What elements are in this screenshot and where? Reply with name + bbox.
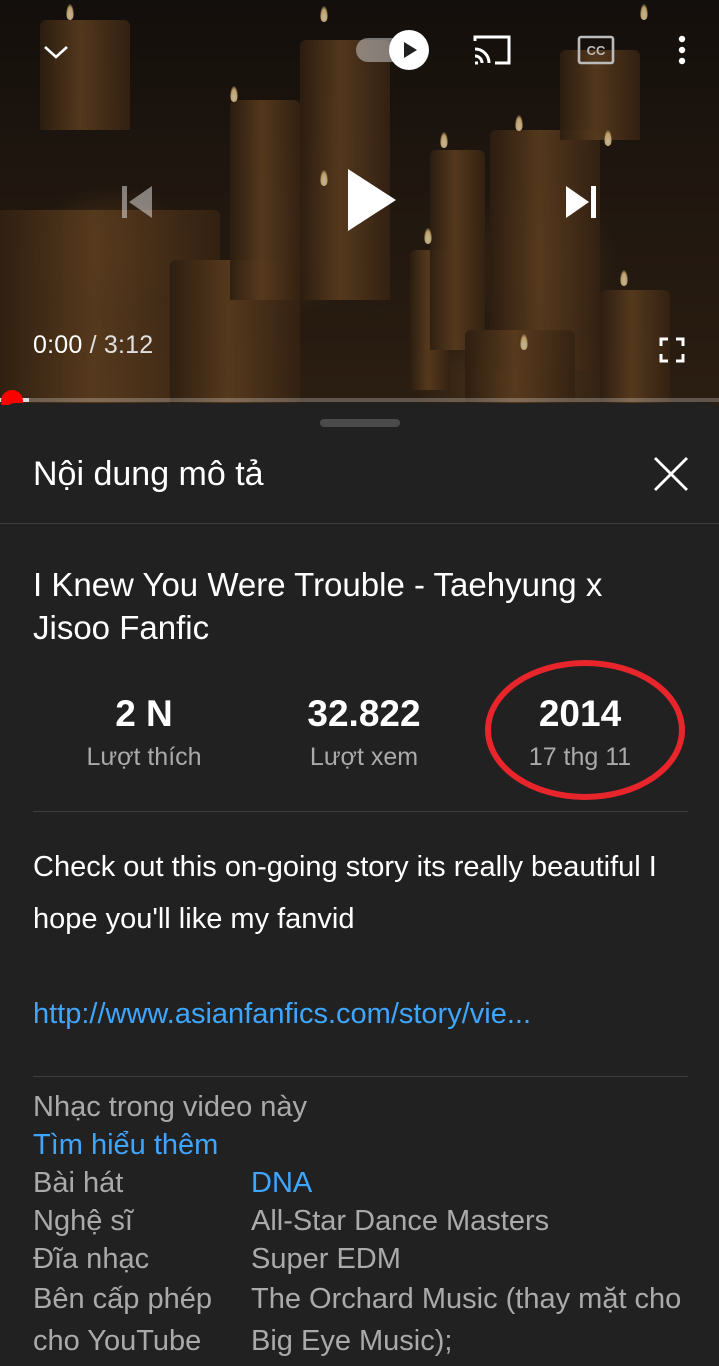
closed-captions-icon[interactable]: CC — [574, 30, 618, 70]
description-link[interactable]: http://www.asianfanfics.com/story/vie... — [33, 998, 531, 1031]
close-icon[interactable] — [648, 451, 694, 497]
header-divider — [0, 523, 719, 524]
time-separator: / — [82, 331, 104, 359]
more-vert-icon[interactable] — [666, 30, 698, 70]
time-readout: 0:00 / 3:12 — [33, 331, 153, 360]
divider — [33, 811, 688, 812]
music-row-value: The Orchard Music (thay mặt cho Big Eye … — [251, 1283, 682, 1357]
description-panel: Nội dung mô tả I Knew You Were Trouble -… — [0, 403, 719, 1366]
music-row-value: All-Star Dance Masters — [251, 1205, 550, 1237]
time-duration: 3:12 — [103, 331, 154, 359]
music-row-key: Bên cấp phép cho YouTube — [33, 1283, 212, 1357]
chevron-down-icon[interactable] — [36, 32, 76, 72]
panel-title: Nội dung mô tả — [33, 455, 264, 493]
stat-views: 32.822 Lượt xem — [254, 693, 474, 772]
video-player[interactable]: CC 0:00 / 3:12 — [0, 0, 719, 405]
panel-header: Nội dung mô tả — [0, 431, 719, 523]
music-row-album: Đĩa nhạc Super EDM — [33, 1240, 693, 1278]
stat-views-label: Lượt xem — [309, 743, 419, 771]
video-title: I Knew You Were Trouble - Taehyung x Jis… — [33, 566, 603, 646]
play-icon[interactable] — [330, 160, 410, 240]
stat-likes-label: Lượt thích — [86, 743, 202, 771]
highlight-circle-annotation — [485, 660, 685, 800]
stat-likes-value: 2 N — [115, 693, 173, 734]
fullscreen-icon[interactable] — [652, 330, 692, 370]
drag-handle[interactable] — [320, 419, 400, 427]
music-row-value: Super EDM — [251, 1243, 401, 1275]
progress-bar[interactable] — [0, 398, 719, 402]
music-section: Nhạc trong video này Tìm hiểu thêm Bài h… — [33, 1088, 693, 1362]
stat-views-value: 32.822 — [307, 693, 421, 734]
music-row-licensor: Bên cấp phép cho YouTube The Orchard Mus… — [33, 1278, 693, 1362]
video-description: Check out this on-going story its really… — [33, 851, 657, 935]
skip-previous-icon[interactable] — [110, 176, 162, 228]
music-row-key: Đĩa nhạc — [33, 1243, 150, 1275]
autoplay-toggle[interactable] — [356, 30, 430, 70]
svg-text:CC: CC — [587, 43, 606, 58]
music-row-key: Bài hát — [33, 1167, 124, 1199]
cast-icon[interactable] — [468, 30, 516, 70]
music-row-key: Nghệ sĩ — [33, 1205, 133, 1237]
learn-more-link[interactable]: Tìm hiểu thêm — [33, 1126, 693, 1164]
time-current: 0:00 — [33, 331, 83, 359]
music-heading: Nhạc trong video này — [33, 1091, 308, 1123]
music-row-song: Bài hát DNA — [33, 1164, 693, 1202]
music-row-artist: Nghệ sĩ All-Star Dance Masters — [33, 1202, 693, 1240]
stat-likes: 2 N Lượt thích — [34, 693, 254, 772]
divider — [33, 1076, 688, 1077]
skip-next-icon[interactable] — [556, 176, 608, 228]
music-song-link[interactable]: DNA — [251, 1164, 693, 1202]
autoplay-toggle-icon — [389, 30, 429, 70]
